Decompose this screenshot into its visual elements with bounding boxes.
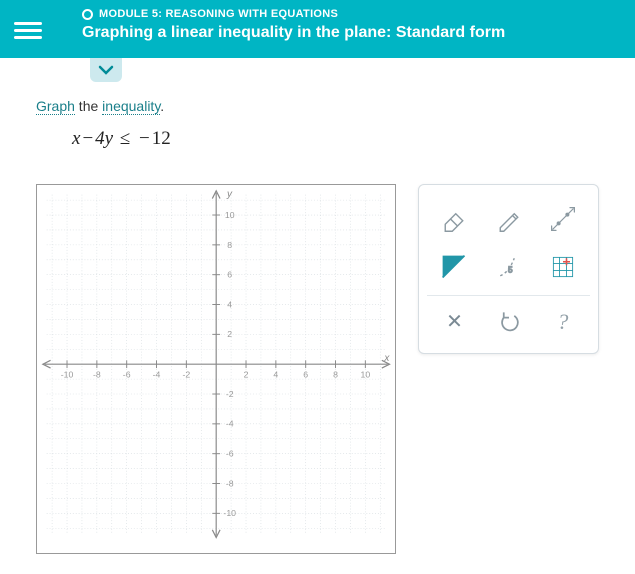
undo-icon [495, 308, 523, 336]
svg-text:-6: -6 [226, 449, 234, 459]
svg-text:-2: -2 [182, 370, 190, 380]
clear-button[interactable]: ✕ [434, 302, 474, 342]
module-status-icon [82, 9, 93, 20]
eraser-tool[interactable] [434, 199, 474, 239]
svg-text:-8: -8 [226, 478, 234, 488]
svg-text:-10: -10 [61, 370, 74, 380]
line-tool[interactable] [543, 199, 583, 239]
svg-text:-4: -4 [153, 370, 161, 380]
help-icon: ? [557, 309, 568, 335]
svg-text:10: 10 [361, 370, 371, 380]
module-label: MODULE 5: REASONING WITH EQUATIONS [99, 8, 338, 20]
toolbox-panel: 5 ✕ [418, 184, 599, 354]
svg-text:2: 2 [244, 370, 249, 380]
graph-svg: -10 -10 -8 -8 -6 -6 -4 -4 -2 -2 2 2 4 4 6 6 8 8 10 10 [37, 185, 395, 543]
inequality-expression: x−4y ≤ −12 [72, 128, 599, 150]
svg-text:2: 2 [227, 329, 232, 339]
svg-text:-4: -4 [226, 419, 234, 429]
svg-text:-2: -2 [226, 389, 234, 399]
workspace: y x -10-10-8-8-6-6- [36, 184, 599, 554]
app-header: MODULE 5: REASONING WITH EQUATIONS Graph… [0, 0, 635, 58]
svg-text:6: 6 [303, 370, 308, 380]
content-area: Graph the inequality. x−4y ≤ −12 y x [0, 58, 635, 574]
help-button[interactable]: ? [543, 302, 583, 342]
pencil-tool[interactable] [489, 199, 529, 239]
header-titles: MODULE 5: REASONING WITH EQUATIONS Graph… [82, 8, 505, 42]
close-icon: ✕ [446, 309, 463, 334]
svg-text:10: 10 [225, 210, 235, 220]
lesson-title: Graphing a linear inequality in the plan… [82, 24, 505, 42]
menu-icon[interactable] [14, 18, 42, 43]
fill-region-tool[interactable] [434, 247, 474, 287]
svg-text:6: 6 [227, 270, 232, 280]
svg-text:5: 5 [508, 265, 513, 274]
dashed-boundary-tool[interactable]: 5 [489, 247, 529, 287]
instruction-text: Graph the inequality. [36, 98, 599, 114]
svg-text:4: 4 [227, 299, 232, 309]
svg-text:8: 8 [227, 240, 232, 250]
grid-snap-tool[interactable] [543, 247, 583, 287]
svg-text:8: 8 [333, 370, 338, 380]
svg-text:-8: -8 [93, 370, 101, 380]
term-graph[interactable]: Graph [36, 98, 75, 115]
svg-text:-10: -10 [223, 508, 236, 518]
coordinate-plane[interactable]: y x -10-10-8-8-6-6- [36, 184, 396, 554]
module-line: MODULE 5: REASONING WITH EQUATIONS [82, 8, 505, 20]
svg-text:-6: -6 [123, 370, 131, 380]
term-inequality[interactable]: inequality [102, 98, 160, 115]
undo-button[interactable] [489, 302, 529, 342]
svg-text:4: 4 [273, 370, 278, 380]
